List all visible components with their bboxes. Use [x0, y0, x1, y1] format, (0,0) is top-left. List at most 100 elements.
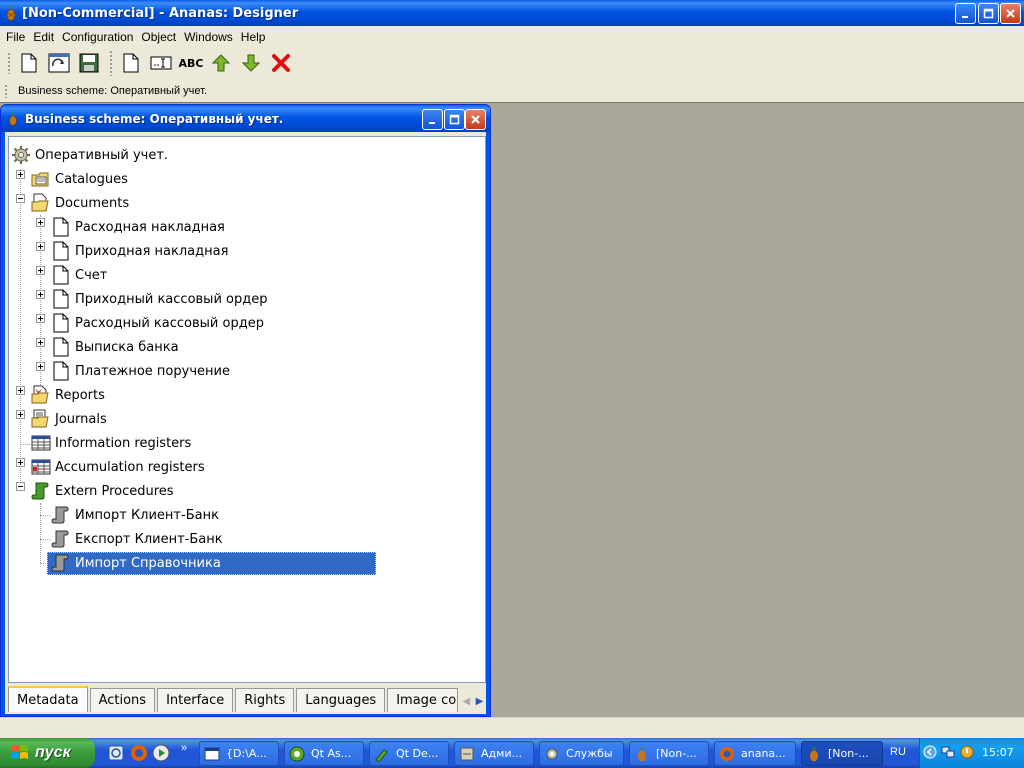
task-button[interactable]: anana... — [714, 741, 796, 766]
toolbar-grip[interactable] — [7, 52, 11, 74]
minimize-button[interactable] — [955, 3, 976, 24]
tree-node-root[interactable]: Оперативный учет. — [11, 145, 170, 165]
tree-line — [40, 515, 50, 516]
document-icon — [51, 217, 71, 237]
tree-node-information-registers[interactable]: Information registers — [31, 433, 193, 453]
main-title-bar: [Non-Commercial] - Ananas: Designer — [0, 0, 1024, 26]
toolbar-separator — [109, 50, 113, 76]
task-button-active[interactable]: [Non-... — [801, 741, 883, 766]
tree-node-document[interactable]: Счет — [51, 265, 109, 285]
tree-node-extern-procedure[interactable]: Експорт Клиент-Банк — [51, 529, 225, 549]
services-gear-icon — [546, 748, 558, 759]
language-indicator[interactable]: RU — [890, 746, 906, 758]
tab-metadata[interactable]: Metadata — [8, 686, 88, 712]
expand-toggle[interactable] — [36, 266, 45, 275]
task-button[interactable]: Службы — [539, 741, 624, 766]
menu-file[interactable]: File — [2, 30, 29, 44]
tree-node-document[interactable]: Расходный кассовый ордер — [51, 313, 266, 333]
close-button[interactable] — [1000, 3, 1021, 24]
menu-windows[interactable]: Windows — [180, 30, 237, 44]
child-minimize-button[interactable] — [422, 109, 443, 130]
firefox-icon[interactable] — [130, 744, 148, 762]
menu-object[interactable]: Object — [137, 30, 180, 44]
tree-node-accumulation-registers[interactable]: Accumulation registers — [31, 457, 207, 477]
chevron-left-icon[interactable] — [923, 745, 937, 759]
expand-toggle[interactable] — [36, 314, 45, 323]
menu-configuration[interactable]: Configuration — [58, 30, 137, 44]
chevron-left-icon[interactable]: ◀ — [462, 696, 470, 707]
maximize-button[interactable] — [978, 3, 999, 24]
expand-toggle[interactable] — [36, 362, 45, 371]
tree-node-label: Documents — [55, 195, 130, 211]
expand-toggle[interactable] — [16, 386, 25, 395]
expand-toggle[interactable] — [16, 410, 25, 419]
expand-toggle[interactable] — [16, 458, 25, 467]
task-button[interactable]: {D:\A... — [199, 741, 279, 766]
tree-node-reports[interactable]: Reports — [31, 385, 107, 405]
minimize-icon — [962, 16, 968, 18]
tab-interface[interactable]: Interface — [157, 688, 234, 712]
delete-button[interactable] — [267, 49, 295, 77]
save-button[interactable] — [75, 49, 103, 77]
business-scheme-window: Business scheme: Оперативный учет. Опера… — [0, 104, 491, 717]
tab-rights[interactable]: Rights — [235, 688, 295, 712]
tree-line — [40, 503, 41, 563]
tree-node-document[interactable]: Выписка банка — [51, 337, 181, 357]
document-icon — [51, 313, 71, 333]
tree-node-document[interactable]: Платежное поручение — [51, 361, 232, 381]
admin-tools-icon — [460, 747, 474, 760]
new-object-button[interactable] — [117, 49, 145, 77]
task-button[interactable]: Qt De... — [369, 741, 449, 766]
network-icon[interactable] — [941, 745, 955, 759]
menu-bar: File Edit Configuration Object Windows H… — [0, 26, 1024, 47]
plus-icon — [38, 364, 43, 369]
collapse-toggle[interactable] — [16, 194, 25, 203]
tree-node-documents[interactable]: Documents — [31, 193, 131, 213]
task-button[interactable]: Qt As... — [284, 741, 364, 766]
menu-edit[interactable]: Edit — [29, 30, 58, 44]
task-button[interactable]: [Non-... — [629, 741, 709, 766]
chevron-double-right-icon[interactable]: » — [181, 742, 187, 754]
tree-node-extern-procedures[interactable]: Extern Procedures — [31, 481, 176, 501]
open-button[interactable] — [45, 49, 73, 77]
child-maximize-button[interactable] — [444, 109, 465, 130]
edit-field-button[interactable] — [147, 49, 175, 77]
explorer-icon[interactable] — [107, 744, 125, 762]
menu-help[interactable]: Help — [237, 30, 270, 44]
expand-toggle[interactable] — [36, 218, 45, 227]
security-icon[interactable] — [960, 745, 974, 759]
new-file-button[interactable] — [15, 49, 43, 77]
task-button[interactable]: Адми... — [454, 741, 534, 766]
tree-node-extern-procedure-selected[interactable]: Импорт Справочника — [47, 552, 376, 575]
chevron-right-icon[interactable]: ▶ — [476, 696, 484, 707]
spell-check-button[interactable]: ABC — [177, 49, 205, 77]
expand-toggle[interactable] — [36, 290, 45, 299]
clock[interactable]: 15:07 — [982, 746, 1014, 759]
tab-scroll-buttons: ◀ ▶ — [460, 690, 486, 712]
tab-actions[interactable]: Actions — [89, 688, 156, 712]
move-down-button[interactable] — [237, 49, 265, 77]
tree-node-document[interactable]: Приходная накладная — [51, 241, 230, 261]
tree-node-document[interactable]: Приходный кассовый ордер — [51, 289, 269, 309]
windows-logo-icon — [11, 745, 28, 759]
edit-field-icon — [150, 56, 172, 70]
start-button[interactable]: пуск — [0, 738, 95, 768]
media-player-icon[interactable] — [152, 744, 170, 762]
scroll-icon — [51, 553, 71, 573]
expand-toggle[interactable] — [36, 338, 45, 347]
child-title-bar: Business scheme: Оперативный учет. — [1, 105, 490, 132]
collapse-toggle[interactable] — [16, 482, 25, 491]
tab-languages[interactable]: Languages — [296, 688, 386, 712]
tree-node-catalogues[interactable]: Catalogues — [31, 169, 130, 189]
tree-node-journals[interactable]: Journals — [31, 409, 109, 429]
expand-toggle[interactable] — [16, 170, 25, 179]
metadata-tree[interactable]: Оперативный учет. Catalogues Documents Р… — [8, 136, 486, 683]
expand-toggle[interactable] — [36, 242, 45, 251]
tree-node-extern-procedure[interactable]: Импорт Клиент-Банк — [51, 505, 221, 525]
tree-node-document[interactable]: Расходная накладная — [51, 217, 227, 237]
tree-node-label: Приходный кассовый ордер — [75, 291, 268, 307]
move-up-button[interactable] — [207, 49, 235, 77]
tab-image-collection[interactable]: Image colle — [387, 688, 458, 712]
context-grip[interactable] — [4, 84, 8, 98]
child-close-button[interactable] — [465, 109, 486, 130]
